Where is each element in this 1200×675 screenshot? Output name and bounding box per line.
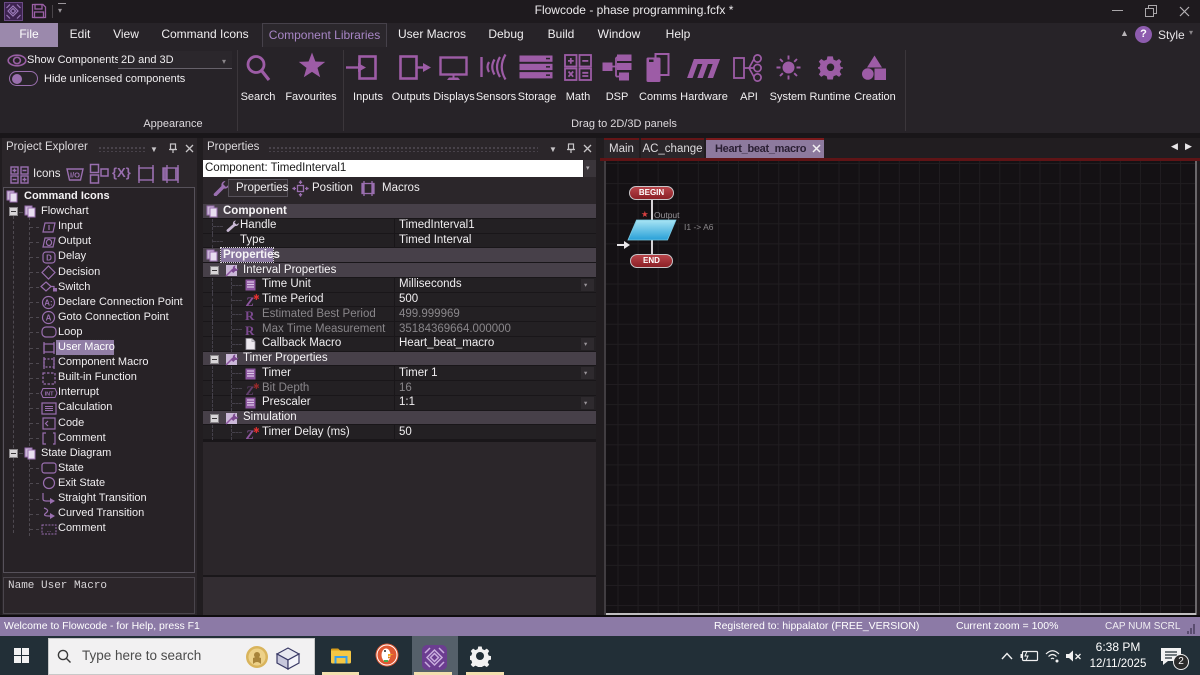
svg-text:✱: ✱ [253,427,259,435]
svg-text:...: ... [46,528,51,534]
svg-text:I/O: I/O [70,171,80,180]
svg-text:A: A [46,314,52,323]
svg-text:✱: ✱ [253,383,259,391]
svg-text:✱: ✱ [253,294,259,302]
svg-text:INT: INT [45,391,55,397]
svg-text:A:: A: [44,299,52,308]
svg-text:D: D [46,253,52,262]
